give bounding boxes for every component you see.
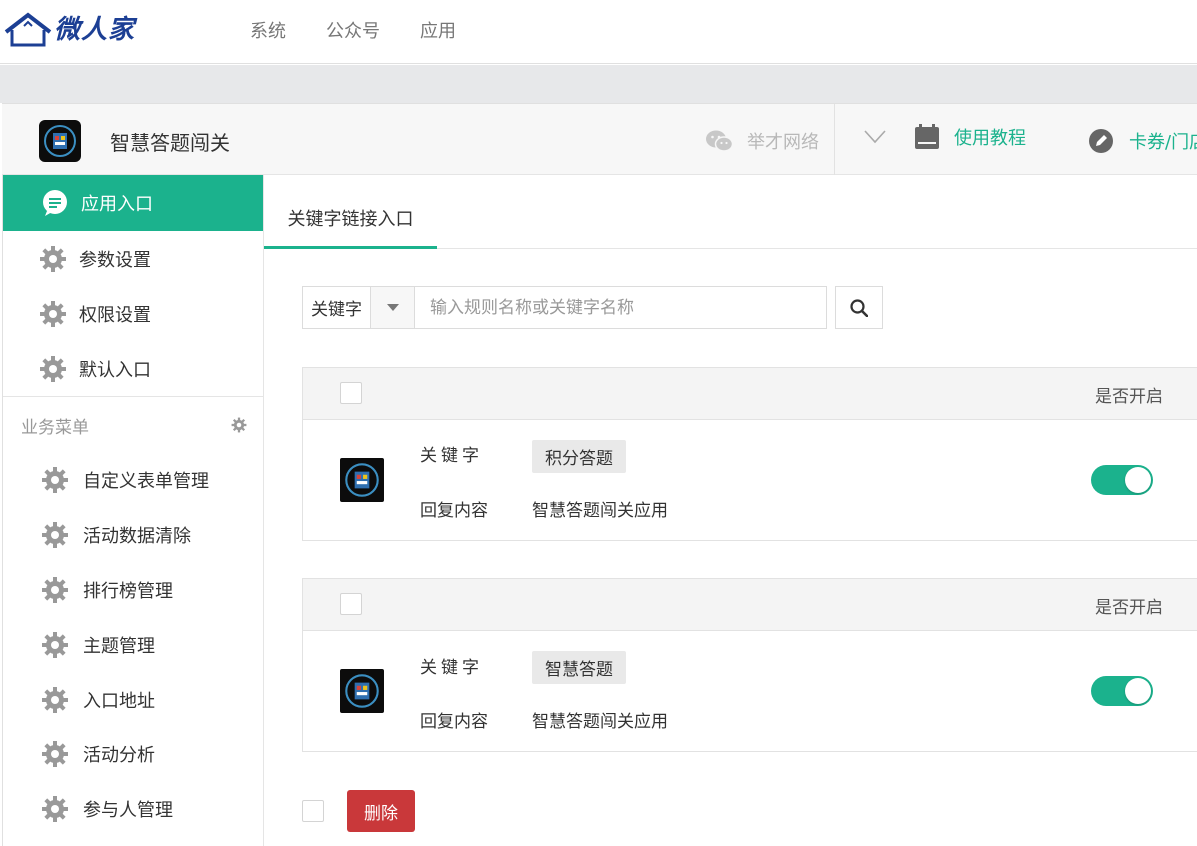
gear-icon <box>39 300 67 328</box>
enabled-column-label: 是否开启 <box>1095 598 1163 618</box>
gear-icon <box>41 466 69 494</box>
search-input[interactable] <box>415 286 827 329</box>
wechat-icon <box>706 130 733 152</box>
app-header: 智慧答题闯关 举才网络 使用教程 卡券/门店 <box>2 103 1197 175</box>
sidebar-item-clear-data[interactable]: 活动数据清除 <box>3 508 263 563</box>
toggle-knob <box>1125 678 1151 704</box>
keyword-tag: 积分答题 <box>532 440 626 473</box>
select-all-checkbox[interactable] <box>302 800 324 822</box>
chevron-down-icon[interactable] <box>864 130 886 144</box>
sidebar-section-business-menu: 业务菜单 <box>3 397 263 453</box>
sidebar-item-label: 入口地址 <box>83 690 155 712</box>
rule-card: 是否开启 关键字 智慧答题 回复内容 智慧答题闯关应用 <box>302 578 1197 752</box>
gear-icon <box>41 576 69 604</box>
rule-card-body: 关键字 智慧答题 回复内容 智慧答题闯关应用 <box>303 631 1197 751</box>
sidebar-item-leaderboard[interactable]: 排行榜管理 <box>3 563 263 618</box>
enabled-column-label: 是否开启 <box>1095 387 1163 407</box>
sidebar-item-analytics[interactable]: 活动分析 <box>3 727 263 782</box>
tutorial-link[interactable]: 使用教程 <box>914 124 1026 150</box>
sidebar-item-label: 参数设置 <box>79 249 151 271</box>
sidebar: 应用入口 参数设置 权限设置 默认入口 业务菜单 自定义表单管理 活动数据清除 … <box>2 175 264 846</box>
reply-label: 回复内容 <box>420 501 488 521</box>
search-bar: 关键字 <box>302 286 883 329</box>
enable-toggle[interactable] <box>1091 676 1153 706</box>
rule-select-checkbox[interactable] <box>340 382 362 404</box>
sidebar-item-params[interactable]: 参数设置 <box>3 231 263 286</box>
sidebar-item-label: 活动数据清除 <box>83 526 191 548</box>
rule-card: 是否开启 关键字 积分答题 回复内容 智慧答题闯关应用 <box>302 367 1197 541</box>
search-icon <box>850 298 868 317</box>
section-gear-icon[interactable] <box>231 417 247 433</box>
tab-keyword-link-entry[interactable]: 关键字链接入口 <box>264 175 437 249</box>
quiz-app-icon <box>44 125 76 157</box>
gear-icon <box>41 521 69 549</box>
top-navbar: 微人家 系统 公众号 应用 <box>0 0 1197 64</box>
coupon-label: 卡券/门店 <box>1129 132 1197 153</box>
sidebar-item-default-entry[interactable]: 默认入口 <box>3 341 263 396</box>
coupon-store-link[interactable]: 卡券/门店 <box>1089 128 1197 154</box>
search-button[interactable] <box>835 286 883 329</box>
rule-card-body: 关键字 积分答题 回复内容 智慧答题闯关应用 <box>303 420 1197 540</box>
gear-icon <box>41 795 69 823</box>
nav-item-system[interactable]: 系统 <box>250 17 286 43</box>
sidebar-item-label: 参与人管理 <box>83 800 173 822</box>
sidebar-item-themes[interactable]: 主题管理 <box>3 617 263 672</box>
sidebar-item-label: 应用入口 <box>81 194 153 215</box>
gear-icon <box>39 245 67 273</box>
gear-icon <box>41 740 69 768</box>
sidebar-item-participants[interactable]: 参与人管理 <box>3 782 263 837</box>
gear-icon <box>39 355 67 383</box>
tutorial-label: 使用教程 <box>954 128 1026 149</box>
keyword-label: 关键字 <box>420 446 483 466</box>
section-title: 业务菜单 <box>21 417 89 438</box>
sidebar-item-label: 自定义表单管理 <box>83 471 209 493</box>
vendor-info: 举才网络 <box>705 128 819 154</box>
rule-thumbnail <box>340 669 384 713</box>
delete-button[interactable]: 删除 <box>347 790 415 832</box>
nav-item-official-account[interactable]: 公众号 <box>326 17 380 43</box>
header-divider <box>834 104 835 175</box>
tab-bar: 关键字链接入口 <box>264 175 1197 249</box>
reply-label: 回复内容 <box>420 712 488 732</box>
rule-thumbnail <box>340 458 384 502</box>
sidebar-item-label: 活动分析 <box>83 745 155 767</box>
rule-card-header: 是否开启 <box>303 579 1197 631</box>
sidebar-item-label: 排行榜管理 <box>83 580 173 602</box>
brand-name: 微人家 <box>54 15 136 45</box>
sidebar-item-label: 主题管理 <box>83 635 155 657</box>
search-type-dropdown[interactable] <box>370 286 415 329</box>
sidebar-item-app-entry[interactable]: 应用入口 <box>3 175 263 231</box>
keyword-label: 关键字 <box>420 658 483 678</box>
caret-down-icon <box>386 304 399 311</box>
breadcrumb-band <box>0 65 1197 103</box>
rule-select-checkbox[interactable] <box>340 593 362 615</box>
main-nav: 系统 公众号 应用 <box>250 0 496 60</box>
sidebar-item-custom-forms[interactable]: 自定义表单管理 <box>3 453 263 508</box>
sidebar-item-permissions[interactable]: 权限设置 <box>3 286 263 341</box>
keyword-tag: 智慧答题 <box>532 651 626 684</box>
nav-item-apps[interactable]: 应用 <box>420 17 456 43</box>
reply-content: 智慧答题闯关应用 <box>532 501 668 521</box>
chat-bubble-icon <box>41 189 69 217</box>
sidebar-item-label: 默认入口 <box>79 359 151 381</box>
gear-icon <box>41 686 69 714</box>
sidebar-item-label: 权限设置 <box>79 304 151 326</box>
book-icon <box>915 124 939 149</box>
search-type-label: 关键字 <box>302 286 370 329</box>
toggle-knob <box>1125 467 1151 493</box>
sidebar-item-entry-url[interactable]: 入口地址 <box>3 672 263 727</box>
vendor-name: 举才网络 <box>747 132 819 153</box>
app-icon <box>39 120 81 162</box>
app-title: 智慧答题闯关 <box>110 131 230 155</box>
enable-toggle[interactable] <box>1091 465 1153 495</box>
house-logo-icon <box>4 12 52 47</box>
reply-content: 智慧答题闯关应用 <box>532 712 668 732</box>
rule-card-header: 是否开启 <box>303 368 1197 420</box>
edit-icon <box>1089 129 1113 153</box>
brand-logo[interactable]: 微人家 <box>4 12 135 48</box>
gear-icon <box>41 631 69 659</box>
